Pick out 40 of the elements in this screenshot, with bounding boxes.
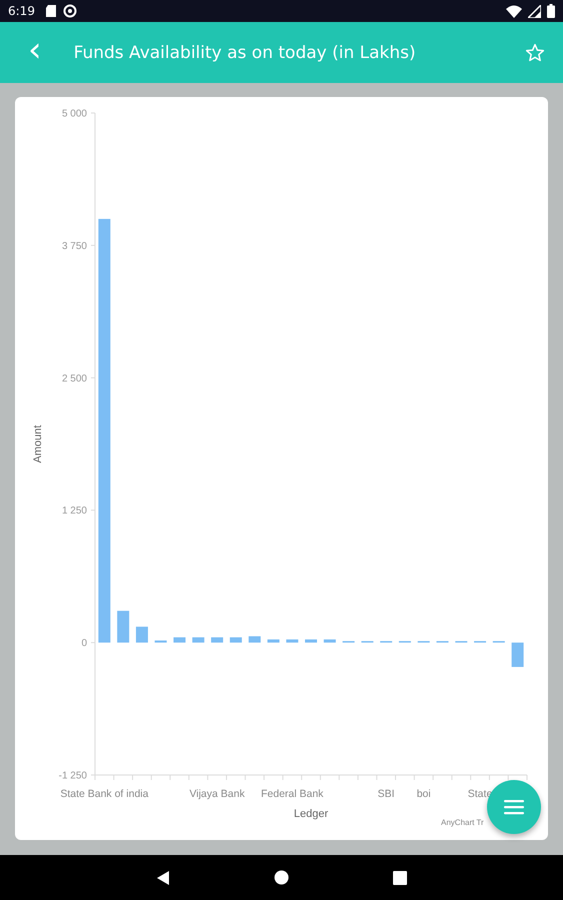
category-label: Vijaya Bank bbox=[189, 788, 245, 800]
bar bbox=[136, 626, 148, 643]
star-icon[interactable] bbox=[525, 42, 545, 62]
bar bbox=[305, 639, 317, 643]
back-button[interactable]: ‹ bbox=[22, 32, 48, 72]
sd-card-icon bbox=[44, 4, 57, 18]
y-tick-label: 3 750 bbox=[62, 240, 87, 252]
bar bbox=[154, 640, 167, 643]
bar bbox=[248, 636, 261, 643]
page-title: Funds Availability as on today (in Lakhs) bbox=[74, 42, 417, 62]
y-tick-label: 0 bbox=[81, 638, 87, 650]
bar bbox=[211, 637, 224, 643]
back-icon[interactable] bbox=[156, 870, 170, 886]
category-label: Federal Bank bbox=[261, 788, 324, 800]
y-tick-label: 5 000 bbox=[62, 108, 87, 120]
overview-icon[interactable] bbox=[393, 870, 407, 884]
bar bbox=[192, 637, 204, 643]
y-axis-title: Amount bbox=[32, 425, 44, 463]
bar bbox=[286, 639, 298, 643]
x-axis-title: Ledger bbox=[294, 808, 328, 820]
bar bbox=[230, 637, 242, 643]
menu-icon bbox=[504, 799, 524, 815]
bar bbox=[512, 642, 524, 667]
category-label: State Bank of india bbox=[60, 788, 148, 800]
bar bbox=[117, 610, 130, 643]
category-label: boi bbox=[416, 788, 431, 800]
y-tick-label: -1 250 bbox=[58, 770, 87, 782]
y-tick-label: 1 250 bbox=[62, 506, 87, 517]
bar bbox=[174, 637, 186, 643]
status-time: 6:19 bbox=[8, 4, 35, 18]
battery-icon bbox=[547, 4, 555, 18]
home-icon[interactable] bbox=[274, 870, 289, 885]
chart-credit: AnyChart Tr bbox=[441, 818, 484, 827]
wifi-icon bbox=[506, 4, 522, 18]
circle-icon bbox=[62, 4, 77, 18]
bar bbox=[267, 639, 280, 643]
y-tick-label: 2 500 bbox=[62, 373, 87, 384]
bar bbox=[324, 639, 336, 643]
signal-icon bbox=[528, 4, 541, 18]
category-label: SBI bbox=[378, 788, 395, 800]
